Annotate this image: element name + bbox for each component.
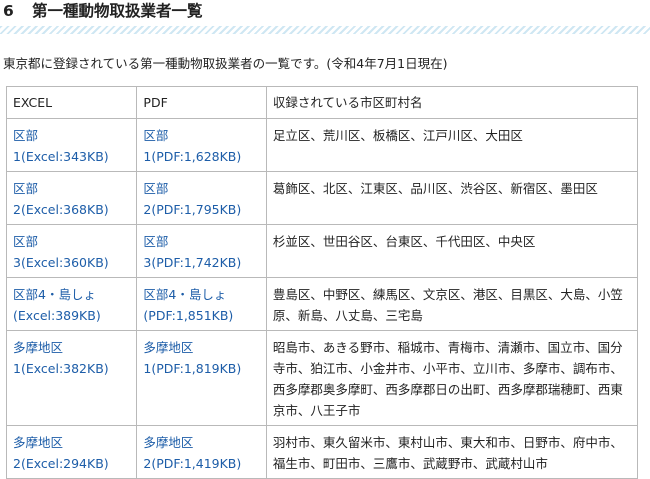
pdf-link-ward-2[interactable]: 区部 2(PDF:1,795KB) [143,181,241,217]
areas-cell: 葛飾区、北区、江東区、品川区、渋谷区、新宿区、墨田区 [265,171,639,225]
areas-cell: 羽村市、東久留米市、東村山市、東大和市、日野市、府中市、福生市、町田市、三鷹市、… [265,425,639,479]
pdf-link-tama-2[interactable]: 多摩地区 2(PDF:1,419KB) [143,435,241,471]
areas-cell: 豊島区、中野区、練馬区、文京区、港区、目黒区、大島、小笠原、新島、八丈島、三宅島 [265,277,639,331]
table-header-row: EXCEL PDF 収録されている市区町村名 [5,86,639,119]
pdf-link-ward-1[interactable]: 区部 1(PDF:1,628KB) [143,128,241,164]
pdf-link-tama-1[interactable]: 多摩地区 1(PDF:1,819KB) [143,340,241,376]
business-list-table: EXCEL PDF 収録されている市区町村名 区部 1(Excel:343KB)… [5,86,639,479]
table-row: 多摩地区 2(Excel:294KB) 多摩地区 2(PDF:1,419KB) … [5,425,639,479]
table-row: 区部 1(Excel:343KB) 区部 1(PDF:1,628KB) 足立区、… [5,118,639,172]
header-areas: 収録されている市区町村名 [265,86,639,119]
excel-link-ward-3[interactable]: 区部 3(Excel:360KB) [13,234,109,270]
excel-link-tama-1[interactable]: 多摩地区 1(Excel:382KB) [13,340,109,376]
excel-link-ward-2[interactable]: 区部 2(Excel:368KB) [13,181,109,217]
areas-cell: 昭島市、あきる野市、稲城市、青梅市、清瀬市、国立市、国分寺市、狛江市、小金井市、… [265,330,639,426]
excel-link-ward-1[interactable]: 区部 1(Excel:343KB) [13,128,109,164]
header-pdf: PDF [136,86,267,119]
heading-underline-stripe [0,26,650,34]
pdf-link-ward-4-islands[interactable]: 区部4・島しょ (PDF:1,851KB) [143,287,233,323]
table-row: 多摩地区 1(Excel:382KB) 多摩地区 1(PDF:1,819KB) … [5,330,639,426]
header-excel: EXCEL [5,86,138,119]
table-row: 区部 3(Excel:360KB) 区部 3(PDF:1,742KB) 杉並区、… [5,224,639,278]
excel-link-tama-2[interactable]: 多摩地区 2(Excel:294KB) [13,435,109,471]
section-heading: 6 第一種動物取扱業者一覧 [0,0,650,24]
areas-cell: 杉並区、世田谷区、台東区、千代田区、中央区 [265,224,639,278]
excel-link-ward-4-islands[interactable]: 区部4・島しょ (Excel:389KB) [13,287,101,323]
section-title: 第一種動物取扱業者一覧 [32,2,203,20]
pdf-link-ward-3[interactable]: 区部 3(PDF:1,742KB) [143,234,241,270]
table-row: 区部 2(Excel:368KB) 区部 2(PDF:1,795KB) 葛飾区、… [5,171,639,225]
section-number: 6 [3,2,14,20]
areas-cell: 足立区、荒川区、板橋区、江戸川区、大田区 [265,118,639,172]
table-row: 区部4・島しょ (Excel:389KB) 区部4・島しょ (PDF:1,851… [5,277,639,331]
intro-text: 東京都に登録されている第一種動物取扱業者の一覧です。(令和4年7月1日現在) [3,56,448,71]
